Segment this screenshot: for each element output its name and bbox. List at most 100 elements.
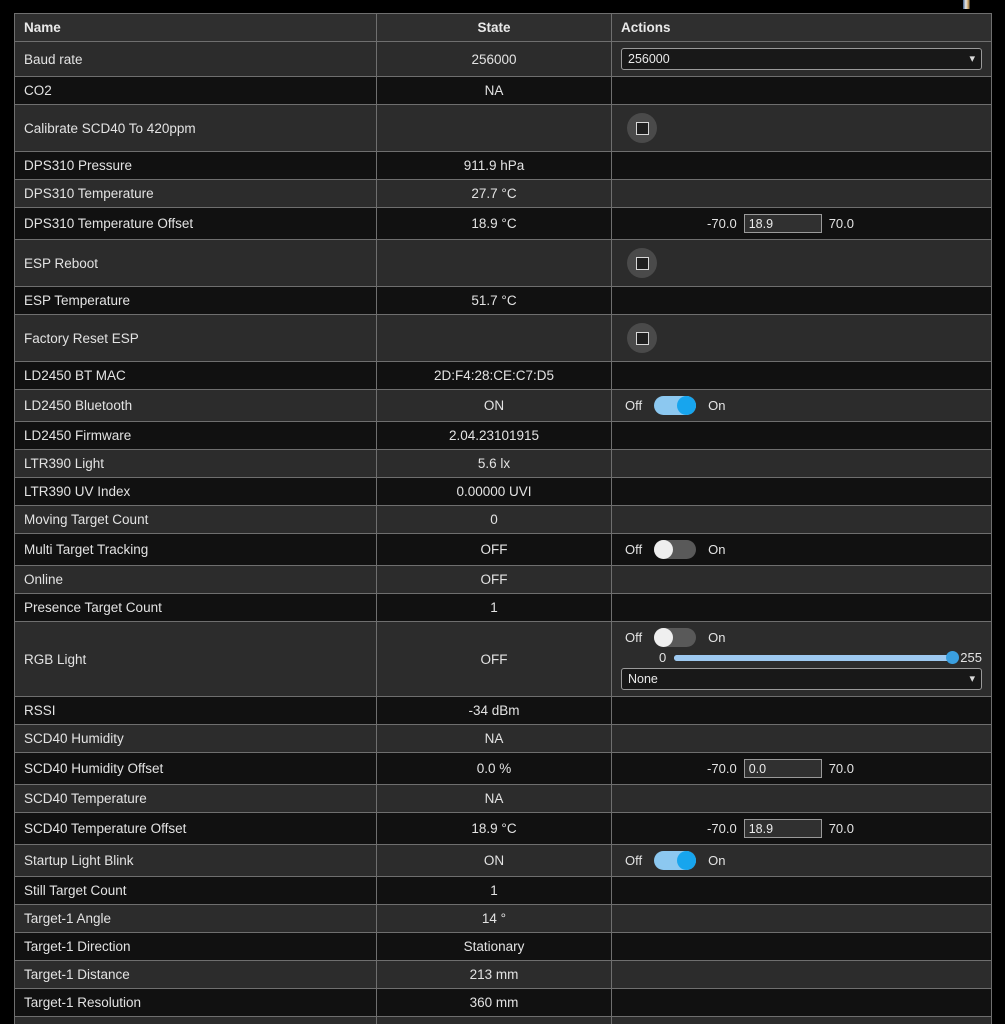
table-row: Still Target Count 1 [15, 877, 992, 905]
column-header-state[interactable]: State [377, 14, 612, 42]
entity-name-label: Calibrate SCD40 To 420ppm [24, 121, 196, 136]
cell-entity-state: OFF [377, 622, 612, 697]
cell-entity-state: 360 mm [377, 989, 612, 1017]
table-row: Multi Target Tracking OFF OffOn [15, 534, 992, 566]
toggle-group: OffOn [621, 851, 982, 870]
table-row: DPS310 Pressure 911.9 hPa [15, 152, 992, 180]
entity-name-label: DPS310 Temperature Offset [24, 216, 193, 231]
entity-name-label: RGB Light [24, 652, 86, 667]
entity-state-value: 18.9 °C [471, 821, 516, 836]
entity-state-value: 2D:F4:28:CE:C7:D5 [434, 368, 554, 383]
number-input[interactable] [744, 214, 822, 233]
cell-entity-name: Target-1 Speed [15, 1017, 377, 1024]
table-row: LTR390 UV Index0.00000 UVI [15, 478, 992, 506]
entity-name-label: LTR390 Light [24, 456, 104, 471]
entity-name-label: Online [24, 572, 63, 587]
entity-name-label: LD2450 BT MAC [24, 368, 126, 383]
toggle-switch[interactable] [654, 396, 696, 415]
cell-entity-action: OffOn [612, 390, 992, 422]
entity-name-label: DPS310 Pressure [24, 158, 132, 173]
cell-entity-state: 213 mm [377, 961, 612, 989]
cell-entity-state [377, 105, 612, 152]
number-input[interactable] [744, 759, 822, 778]
entity-action-button[interactable] [627, 248, 657, 278]
toggle-knob [677, 851, 696, 870]
entity-state-value: NA [485, 731, 504, 746]
cell-entity-action [612, 478, 992, 506]
slider-min-label: 0 [659, 650, 666, 665]
table-header: Name State Actions [15, 14, 992, 42]
cell-entity-name: LD2450 Firmware [15, 422, 377, 450]
cell-entity-state: 1 [377, 877, 612, 905]
entity-name-label: LTR390 UV Index [24, 484, 130, 499]
number-min-label: -70.0 [707, 821, 737, 836]
cell-entity-action: OffOn [612, 845, 992, 877]
entity-name-label: ESP Temperature [24, 293, 130, 308]
entity-name-label: Target-1 Angle [24, 911, 111, 926]
column-header-actions[interactable]: Actions [612, 14, 992, 42]
table-row: ESP Temperature 51.7 °C [15, 287, 992, 315]
cell-entity-state: 14 ° [377, 905, 612, 933]
light-controls: OffOn 0255 None▾ [621, 628, 982, 690]
cell-entity-name: Calibrate SCD40 To 420ppm [15, 105, 377, 152]
toggle-on-label: On [708, 853, 725, 868]
entity-state-value: 911.9 hPa [464, 158, 525, 173]
entity-action-button[interactable] [627, 113, 657, 143]
toggle-on-label: On [708, 398, 725, 413]
number-max-label: 70.0 [829, 761, 854, 776]
slider-thumb[interactable] [946, 651, 959, 664]
cell-entity-name: Target-1 Distance [15, 961, 377, 989]
entity-name-label: Target-1 Direction [24, 939, 131, 954]
header-row: Name State Actions [15, 14, 992, 42]
entity-state-value: 18.9 °C [471, 216, 516, 231]
entity-name-label: LD2450 Firmware [24, 428, 131, 443]
toggle-switch[interactable] [654, 851, 696, 870]
table-row: Moving Target Count0 [15, 506, 992, 534]
entity-state-value: 1 [490, 883, 498, 898]
table-row: Baud rate256000256000▾ [15, 42, 992, 77]
cell-entity-state: 0 [377, 506, 612, 534]
table-row: LTR390 Light 5.6 lx [15, 450, 992, 478]
entity-state-value: 51.7 °C [471, 293, 516, 308]
entity-state-value: OFF [481, 542, 508, 557]
brightness-slider-group: 0255 [621, 650, 982, 665]
toggle-switch[interactable] [654, 540, 696, 559]
cell-entity-state [377, 315, 612, 362]
toggle-switch[interactable] [654, 628, 696, 647]
light-effect-select[interactable]: None▾ [621, 668, 982, 690]
cell-entity-state: 2.04.23101915 [377, 422, 612, 450]
cell-entity-action: OffOn [612, 534, 992, 566]
entity-state-value: 27.7 °C [471, 186, 516, 201]
entity-state-value: 5.6 lx [478, 456, 510, 471]
cell-entity-action [612, 725, 992, 753]
stop-square-icon [636, 122, 649, 135]
brightness-slider[interactable] [674, 655, 952, 661]
column-header-name[interactable]: Name [15, 14, 377, 42]
number-min-label: -70.0 [707, 761, 737, 776]
baud-rate-select[interactable]: 256000▾ [621, 48, 982, 70]
entity-state-value: 2.04.23101915 [449, 428, 539, 443]
cell-entity-name: Multi Target Tracking [15, 534, 377, 566]
cell-entity-action [612, 1017, 992, 1024]
cell-entity-action [612, 77, 992, 105]
entity-state-value: 360 mm [470, 995, 519, 1010]
cell-entity-name: DPS310 Temperature [15, 180, 377, 208]
entity-action-button[interactable] [627, 323, 657, 353]
number-input[interactable] [744, 819, 822, 838]
toggle-off-label: Off [625, 542, 642, 557]
table-body: Baud rate256000256000▾CO2NACalibrate SCD… [15, 42, 992, 1024]
cell-entity-state: ON [377, 390, 612, 422]
cell-entity-name: SCD40 Humidity Offset [15, 753, 377, 785]
entity-state-value: ON [484, 398, 504, 413]
cell-entity-name: Presence Target Count [15, 594, 377, 622]
table-row: DPS310 Temperature Offset 18.9 °C -70.070.… [15, 208, 992, 240]
number-input-group: -70.070.0 [621, 214, 982, 233]
table-row: Factory Reset ESP [15, 315, 992, 362]
toggle-knob [677, 396, 696, 415]
cell-entity-name: Still Target Count [15, 877, 377, 905]
entity-name-label: LD2450 Bluetooth [24, 398, 132, 413]
cell-entity-state: 18.9 °C [377, 208, 612, 240]
entity-state-value: NA [485, 791, 504, 806]
toggle-group: OffOn [621, 628, 982, 647]
cell-entity-state: NA [377, 77, 612, 105]
